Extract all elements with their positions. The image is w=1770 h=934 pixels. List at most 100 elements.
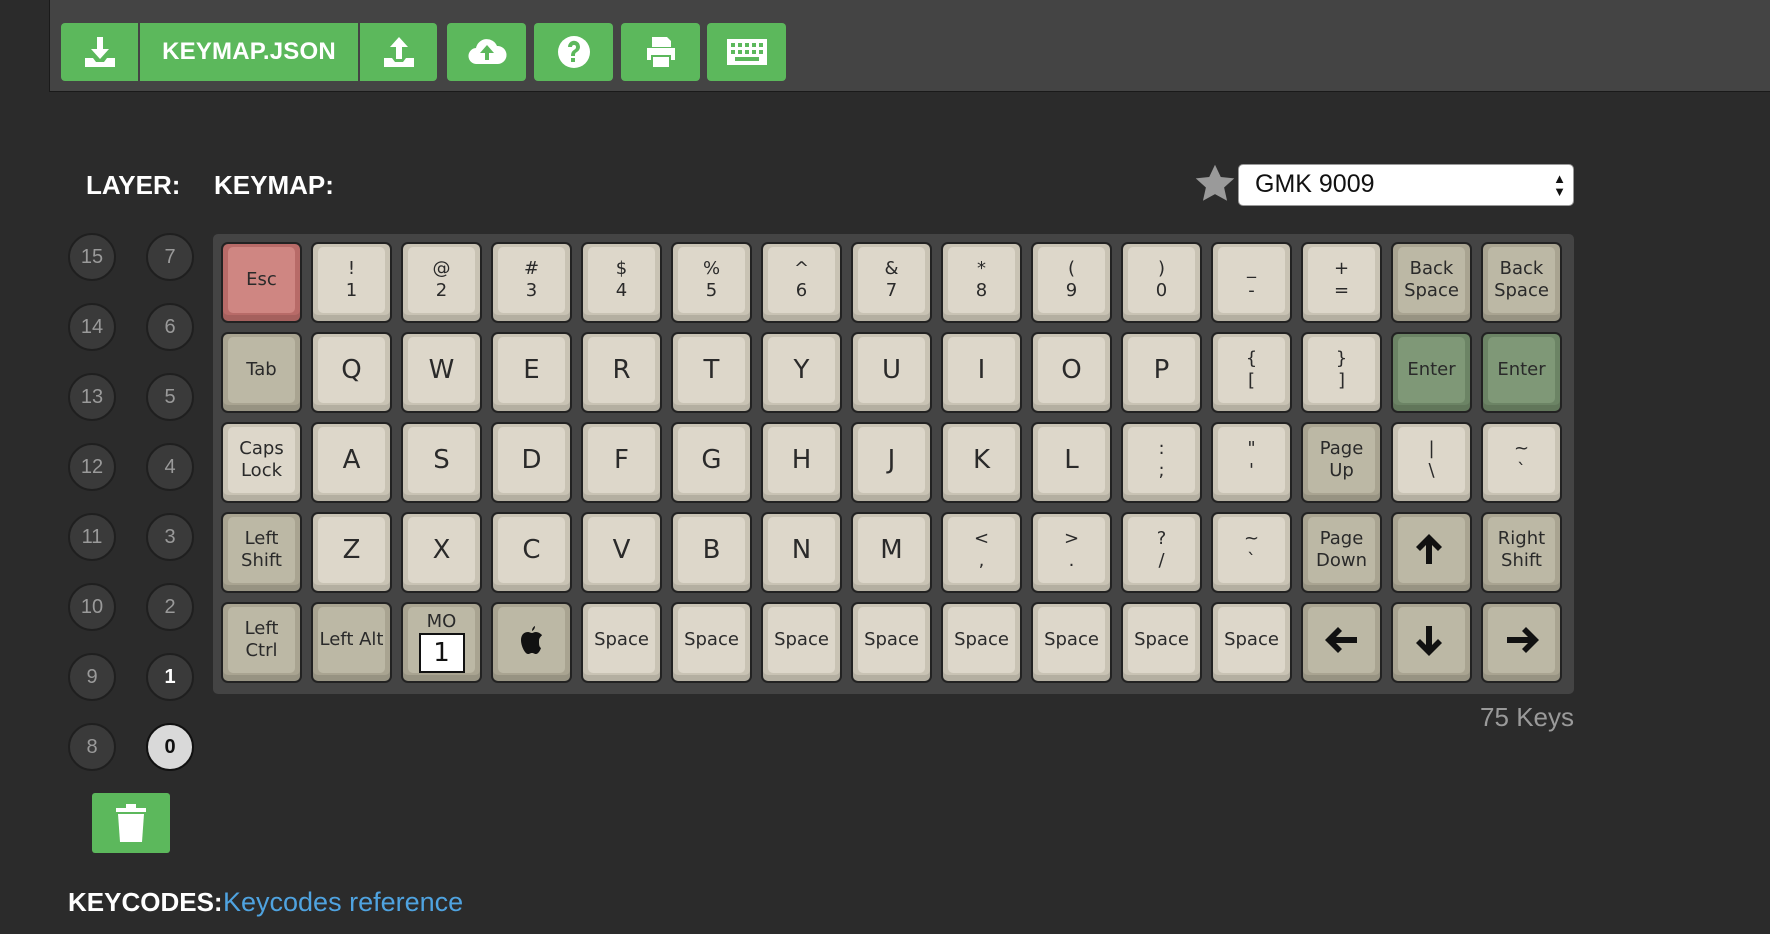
key-r0-c3[interactable]: #3 [491, 242, 572, 323]
key-r4-c12[interactable] [1301, 602, 1382, 683]
key-r0-c7[interactable]: & 7 [851, 242, 932, 323]
key-r1-c3[interactable]: E [491, 332, 572, 413]
key-r2-c0[interactable]: Caps Lock [221, 422, 302, 503]
key-r4-c2[interactable]: MO 1 [401, 602, 482, 683]
key-r3-c8[interactable]: <, [941, 512, 1022, 593]
layer-button-8[interactable]: 8 [68, 723, 116, 771]
key-r4-c11[interactable]: Space [1211, 602, 1292, 683]
key-r2-c4[interactable]: F [581, 422, 662, 503]
key-r2-c1[interactable]: A [311, 422, 392, 503]
key-r0-c9[interactable]: (9 [1031, 242, 1112, 323]
key-r0-c12[interactable]: + = [1301, 242, 1382, 323]
layer-button-7[interactable]: 7 [146, 233, 194, 281]
key-r1-c5[interactable]: T [671, 332, 752, 413]
key-r0-c5[interactable]: % 5 [671, 242, 752, 323]
keymap-select[interactable]: GMK 9009 ▲ ▼ [1238, 164, 1574, 206]
layer-button-5[interactable]: 5 [146, 373, 194, 421]
layer-button-12[interactable]: 12 [68, 443, 116, 491]
key-r3-c10[interactable]: ? / [1121, 512, 1202, 593]
key-r1-c7[interactable]: U [851, 332, 932, 413]
key-r1-c4[interactable]: R [581, 332, 662, 413]
print-button[interactable] [621, 23, 700, 81]
key-r4-c7[interactable]: Space [851, 602, 932, 683]
key-r0-c14[interactable]: Back Space [1481, 242, 1562, 323]
key-r2-c5[interactable]: G [671, 422, 752, 503]
key-r3-c9[interactable]: >. [1031, 512, 1112, 593]
key-r0-c8[interactable]: * 8 [941, 242, 1022, 323]
keyboard-test-button[interactable] [707, 23, 786, 81]
key-r4-c6[interactable]: Space [761, 602, 842, 683]
key-r4-c1[interactable]: Left Alt [311, 602, 392, 683]
key-r2-c8[interactable]: K [941, 422, 1022, 503]
cloud-upload-button[interactable] [447, 23, 526, 81]
layer-button-4[interactable]: 4 [146, 443, 194, 491]
key-r4-c10[interactable]: Space [1121, 602, 1202, 683]
key-r4-c3[interactable] [491, 602, 572, 683]
download-keymap-button[interactable] [61, 23, 138, 81]
key-r2-c3[interactable]: D [491, 422, 572, 503]
key-r4-c14[interactable] [1481, 602, 1562, 683]
key-r1-c14[interactable]: Enter [1481, 332, 1562, 413]
key-r2-c10[interactable]: :; [1121, 422, 1202, 503]
clear-layer-button[interactable] [92, 793, 170, 853]
key-r2-c13[interactable]: | \ [1391, 422, 1472, 503]
key-r3-c2[interactable]: X [401, 512, 482, 593]
layer-button-10[interactable]: 10 [68, 583, 116, 631]
key-r4-c8[interactable]: Space [941, 602, 1022, 683]
key-r1-c10[interactable]: P [1121, 332, 1202, 413]
key-r0-c4[interactable]: $4 [581, 242, 662, 323]
key-r3-c13[interactable] [1391, 512, 1472, 593]
layer-button-13[interactable]: 13 [68, 373, 116, 421]
layer-button-0[interactable]: 0 [146, 723, 194, 771]
key-r0-c1[interactable]: ! 1 [311, 242, 392, 323]
favorite-keymap-button[interactable] [1193, 163, 1237, 205]
layer-button-3[interactable]: 3 [146, 513, 194, 561]
key-r0-c2[interactable]: @2 [401, 242, 482, 323]
key-r3-c3[interactable]: C [491, 512, 572, 593]
key-r1-c11[interactable]: {[ [1211, 332, 1292, 413]
upload-keymap-button[interactable] [360, 23, 437, 81]
key-r4-c0[interactable]: Left Ctrl [221, 602, 302, 683]
key-r1-c13[interactable]: Enter [1391, 332, 1472, 413]
key-r3-c5[interactable]: B [671, 512, 752, 593]
key-r1-c1[interactable]: Q [311, 332, 392, 413]
key-r3-c1[interactable]: Z [311, 512, 392, 593]
keymap-json-button[interactable]: KEYMAP.JSON [140, 23, 358, 81]
key-r4-c13[interactable] [1391, 602, 1472, 683]
layer-button-6[interactable]: 6 [146, 303, 194, 351]
layer-button-11[interactable]: 11 [68, 513, 116, 561]
key-r3-c4[interactable]: V [581, 512, 662, 593]
key-r1-c9[interactable]: O [1031, 332, 1112, 413]
keycodes-reference-link[interactable]: Keycodes reference [223, 887, 463, 918]
key-r2-c2[interactable]: S [401, 422, 482, 503]
key-r1-c6[interactable]: Y [761, 332, 842, 413]
momentary-layer-input[interactable]: 1 [418, 633, 465, 673]
key-r3-c6[interactable]: N [761, 512, 842, 593]
key-r4-c4[interactable]: Space [581, 602, 662, 683]
key-r1-c12[interactable]: }] [1301, 332, 1382, 413]
key-r2-c12[interactable]: Page Up [1301, 422, 1382, 503]
key-r4-c9[interactable]: Space [1031, 602, 1112, 683]
key-r0-c6[interactable]: ^ 6 [761, 242, 842, 323]
key-r3-c0[interactable]: Left Shift [221, 512, 302, 593]
key-r2-c9[interactable]: L [1031, 422, 1112, 503]
key-r0-c0[interactable]: Esc [221, 242, 302, 323]
layer-button-1[interactable]: 1 [146, 653, 194, 701]
layer-button-15[interactable]: 15 [68, 233, 116, 281]
layer-button-2[interactable]: 2 [146, 583, 194, 631]
key-r3-c7[interactable]: M [851, 512, 932, 593]
key-r2-c11[interactable]: " ' [1211, 422, 1292, 503]
key-r2-c7[interactable]: J [851, 422, 932, 503]
key-r3-c11[interactable]: ~ ` [1211, 512, 1292, 593]
key-r3-c12[interactable]: Page Down [1301, 512, 1382, 593]
key-r1-c2[interactable]: W [401, 332, 482, 413]
key-r0-c11[interactable]: _ - [1211, 242, 1292, 323]
key-r1-c8[interactable]: I [941, 332, 1022, 413]
key-r3-c14[interactable]: Right Shift [1481, 512, 1562, 593]
key-r2-c6[interactable]: H [761, 422, 842, 503]
key-r1-c0[interactable]: Tab [221, 332, 302, 413]
key-r4-c5[interactable]: Space [671, 602, 752, 683]
layer-button-9[interactable]: 9 [68, 653, 116, 701]
key-r0-c10[interactable]: ) 0 [1121, 242, 1202, 323]
key-r2-c14[interactable]: ~ ` [1481, 422, 1562, 503]
